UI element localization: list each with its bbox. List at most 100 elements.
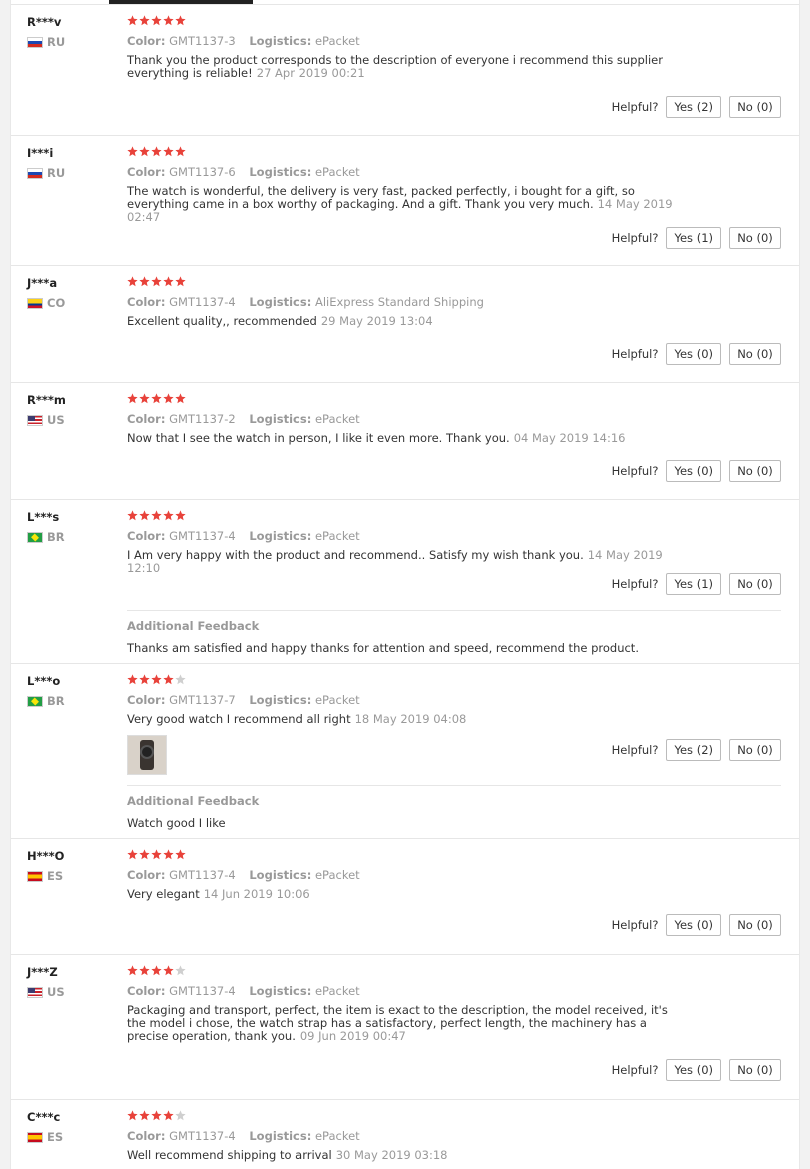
star-filled-icon xyxy=(175,510,186,521)
review-item: H***O ES Color: GMT1137-4 Logistics: ePack… xyxy=(11,839,799,955)
color-label: Color: xyxy=(127,984,166,998)
star-filled-icon xyxy=(175,15,186,26)
color-label: Color: xyxy=(127,165,166,179)
review-meta: Color: GMT1137-4 Logistics: AliExpress S… xyxy=(127,295,781,309)
logistics-value: ePacket xyxy=(314,34,360,48)
star-filled-icon xyxy=(127,276,138,287)
star-filled-icon xyxy=(151,849,162,860)
review-item: L***o BR Color: GMT1137-7 Logistics: ePack… xyxy=(11,664,799,839)
country-code: ES xyxy=(47,869,64,883)
review-meta: Color: GMT1137-4 Logistics: ePacket xyxy=(127,1129,781,1143)
helpful-label: Helpful? xyxy=(611,100,659,114)
reviewer-country: RU xyxy=(27,166,65,180)
star-rating xyxy=(127,276,781,290)
helpful-yes-button[interactable]: Yes (1) xyxy=(666,573,721,595)
star-filled-icon xyxy=(151,15,162,26)
helpful-no-button[interactable]: No (0) xyxy=(729,343,781,365)
country-code: US xyxy=(47,413,65,427)
helpful-no-button[interactable]: No (0) xyxy=(729,739,781,761)
helpful-votes: Helpful? Yes (0) No (0) xyxy=(612,914,781,936)
star-rating xyxy=(127,510,781,524)
country-code: US xyxy=(47,985,65,999)
star-filled-icon xyxy=(175,276,186,287)
helpful-no-button[interactable]: No (0) xyxy=(729,227,781,249)
star-filled-icon xyxy=(151,1110,162,1121)
review-meta: Color: GMT1137-4 Logistics: ePacket xyxy=(127,529,781,543)
star-filled-icon xyxy=(151,276,162,287)
helpful-votes: Helpful? Yes (1) No (0) xyxy=(612,227,781,249)
reviewer-name: R***m xyxy=(27,393,66,407)
additional-feedback-title: Additional Feedback xyxy=(127,794,260,808)
logistics-value: ePacket xyxy=(314,984,360,998)
helpful-yes-button[interactable]: Yes (0) xyxy=(666,914,721,936)
logistics-label: Logistics: xyxy=(249,165,312,179)
star-filled-icon xyxy=(127,393,138,404)
reviewer-name: R***v xyxy=(27,15,62,29)
star-filled-icon xyxy=(175,393,186,404)
color-label: Color: xyxy=(127,1129,166,1143)
star-empty-icon xyxy=(175,674,186,685)
review-meta: Color: GMT1137-4 Logistics: ePacket xyxy=(127,868,781,882)
star-filled-icon xyxy=(151,146,162,157)
helpful-yes-button[interactable]: Yes (2) xyxy=(666,96,721,118)
helpful-no-button[interactable]: No (0) xyxy=(729,1059,781,1081)
helpful-no-button[interactable]: No (0) xyxy=(729,96,781,118)
review-item: C***c ES Color: GMT1137-4 Logistics: ePack… xyxy=(11,1100,799,1169)
additional-feedback: Additional Feedback Thanks am satisfied a… xyxy=(127,610,781,655)
star-filled-icon xyxy=(139,674,150,685)
color-value: GMT1137-4 xyxy=(169,295,236,309)
reviewer-name: J***Z xyxy=(27,965,58,979)
helpful-yes-button[interactable]: Yes (0) xyxy=(666,343,721,365)
reviewer-country: ES xyxy=(27,869,63,883)
star-filled-icon xyxy=(127,965,138,976)
star-empty-icon xyxy=(175,1110,186,1121)
star-rating xyxy=(127,849,781,863)
review-meta: Color: GMT1137-2 Logistics: ePacket xyxy=(127,412,781,426)
helpful-label: Helpful? xyxy=(611,743,659,757)
star-filled-icon xyxy=(163,15,174,26)
color-value: GMT1137-7 xyxy=(169,693,236,707)
helpful-yes-button[interactable]: Yes (1) xyxy=(666,227,721,249)
brazil-flag-icon xyxy=(27,695,43,707)
additional-feedback: Additional Feedback Watch good I like xyxy=(127,785,781,830)
review-body: Color: GMT1137-2 Logistics: ePacket Now t… xyxy=(127,393,781,445)
star-rating xyxy=(127,393,781,407)
helpful-label: Helpful? xyxy=(611,577,659,591)
star-filled-icon xyxy=(151,674,162,685)
reviewer-country: CO xyxy=(27,296,65,310)
star-rating xyxy=(127,674,781,688)
colombia-flag-icon xyxy=(27,297,43,309)
helpful-label: Helpful? xyxy=(611,347,659,361)
review-text-body: Thank you the product corresponds to the… xyxy=(127,53,663,80)
additional-feedback-title: Additional Feedback xyxy=(127,619,260,633)
country-code: ES xyxy=(47,1130,64,1144)
helpful-no-button[interactable]: No (0) xyxy=(729,460,781,482)
helpful-yes-button[interactable]: Yes (0) xyxy=(666,1059,721,1081)
color-value: GMT1137-4 xyxy=(169,868,236,882)
star-filled-icon xyxy=(163,510,174,521)
helpful-yes-button[interactable]: Yes (2) xyxy=(666,739,721,761)
logistics-label: Logistics: xyxy=(249,529,312,543)
helpful-no-button[interactable]: No (0) xyxy=(729,573,781,595)
country-code: RU xyxy=(47,35,66,49)
review-text: Thank you the product corresponds to the… xyxy=(127,54,677,80)
star-filled-icon xyxy=(127,849,138,860)
review-meta: Color: GMT1137-7 Logistics: ePacket xyxy=(127,693,781,707)
review-body: Color: GMT1137-3 Logistics: ePacket Thank… xyxy=(127,15,781,80)
color-value: GMT1137-4 xyxy=(169,984,236,998)
review-photo-thumbnail[interactable] xyxy=(127,735,167,775)
helpful-label: Helpful? xyxy=(611,1063,659,1077)
helpful-yes-button[interactable]: Yes (0) xyxy=(666,460,721,482)
star-rating xyxy=(127,1110,781,1124)
helpful-no-button[interactable]: No (0) xyxy=(729,914,781,936)
reviewer-name: C***c xyxy=(27,1110,61,1124)
review-meta: Color: GMT1137-6 Logistics: ePacket xyxy=(127,165,781,179)
helpful-votes: Helpful? Yes (2) No (0) xyxy=(612,96,781,118)
reviewer-country: US xyxy=(27,985,65,999)
star-rating xyxy=(127,965,781,979)
star-filled-icon xyxy=(163,849,174,860)
color-value: GMT1137-4 xyxy=(169,1129,236,1143)
review-meta: Color: GMT1137-3 Logistics: ePacket xyxy=(127,34,781,48)
star-filled-icon xyxy=(139,849,150,860)
star-filled-icon xyxy=(175,849,186,860)
